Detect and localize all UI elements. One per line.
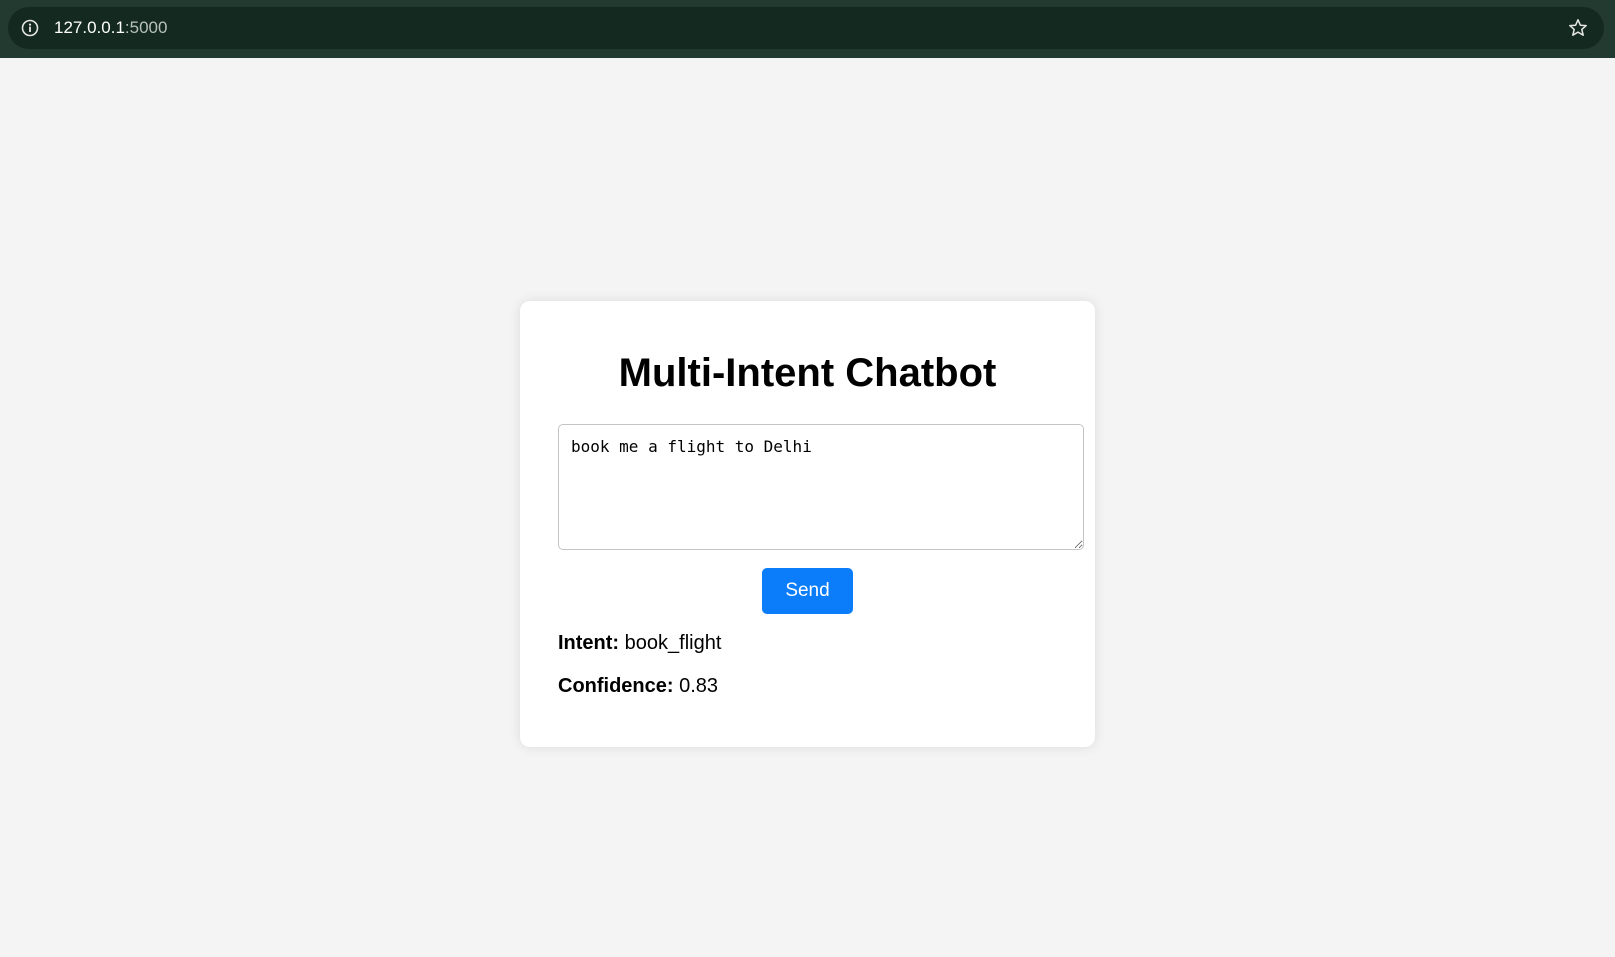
address-bar[interactable]: 127.0.0.1:5000 (8, 7, 1604, 49)
send-button[interactable]: Send (762, 568, 853, 614)
intent-result: Intent: book_flight (558, 632, 721, 655)
url-text[interactable]: 127.0.0.1:5000 (54, 7, 167, 49)
info-icon[interactable] (18, 16, 42, 40)
url-port: :5000 (124, 18, 168, 37)
message-input[interactable]: book me a flight to Delhi (558, 424, 1084, 550)
confidence-label: Confidence: (558, 675, 674, 697)
intent-label: Intent: (558, 632, 620, 654)
star-icon[interactable] (1566, 16, 1590, 40)
page-content: Multi-Intent Chatbot book me a flight to… (0, 58, 1615, 957)
chatbot-card: Multi-Intent Chatbot book me a flight to… (520, 301, 1095, 747)
confidence-value: 0.83 (679, 675, 719, 697)
browser-toolbar: 127.0.0.1:5000 (0, 0, 1615, 58)
url-host: 127.0.0.1 (54, 18, 125, 37)
page-title: Multi-Intent Chatbot (618, 351, 997, 395)
confidence-result: Confidence: 0.83 (558, 675, 718, 698)
intent-value: book_flight (624, 632, 722, 654)
